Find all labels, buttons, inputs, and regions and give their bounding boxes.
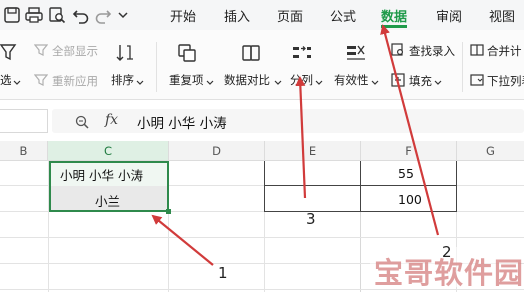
fx-icon[interactable]: fx [105, 112, 118, 128]
annotation-label: 1 [218, 264, 228, 282]
show-all-button[interactable]: 全部显示 [52, 43, 98, 59]
dropdown-list-button[interactable]: 下拉列表 [487, 73, 524, 89]
column-header-b[interactable]: B [0, 141, 48, 161]
ribbon-data: 选 全部显示 重新应用 排序 重复项 数据对比 分列 有效性 查找录入 填充 合… [0, 30, 524, 100]
formula-content[interactable]: 小明 小华 小涛 [137, 112, 227, 132]
annotation-label: 3 [306, 210, 316, 228]
fill-icon[interactable] [391, 73, 405, 87]
tab-home[interactable]: 开始 [170, 6, 196, 25]
filter-dropdown-icon[interactable] [13, 76, 21, 90]
column-header-e[interactable]: E [265, 141, 361, 161]
reapply-button[interactable]: 重新应用 [52, 73, 98, 89]
sort-dropdown-icon[interactable] [136, 76, 144, 90]
column-label: F [405, 144, 412, 158]
ribbon-separator [462, 42, 463, 92]
find-entry-icon[interactable] [391, 43, 405, 57]
compare-button[interactable]: 数据对比 [224, 72, 270, 88]
column-label: C [103, 144, 113, 158]
annotation-label: 2 [442, 243, 452, 261]
formula-bar: fx 小明 小华 小涛 [0, 103, 524, 139]
print-icon[interactable] [24, 5, 44, 25]
column-label: G [486, 144, 495, 158]
column-label: E [308, 144, 317, 158]
tab-insert[interactable]: 插入 [224, 6, 250, 25]
split-dropdown-icon[interactable] [315, 76, 323, 90]
fill-handle[interactable] [166, 209, 171, 214]
zoom-icon[interactable] [74, 114, 90, 130]
merge-calc-button[interactable]: 合并计 [487, 43, 522, 59]
tab-review[interactable]: 审阅 [436, 6, 462, 25]
column-label: B [19, 144, 28, 158]
redo-icon[interactable] [93, 5, 113, 25]
tab-view[interactable]: 视图 [489, 6, 515, 25]
sort-icon[interactable] [114, 42, 136, 64]
filter-label[interactable]: 选 [0, 72, 12, 88]
undo-icon[interactable] [71, 5, 91, 25]
compare-dropdown-icon[interactable] [274, 76, 282, 90]
column-label: D [212, 144, 221, 158]
compare-icon[interactable] [240, 42, 262, 64]
column-header-d[interactable]: D [169, 141, 265, 161]
fill-button[interactable]: 填充 [409, 73, 432, 89]
validity-button[interactable]: 有效性 [334, 72, 369, 88]
ribbon-separator [156, 42, 157, 92]
name-box[interactable] [0, 109, 48, 133]
validity-dropdown-icon[interactable] [371, 76, 379, 90]
print-preview-icon[interactable] [47, 5, 67, 25]
column-header-g[interactable]: G [457, 141, 524, 161]
merge-calc-icon[interactable] [470, 43, 484, 57]
cell-border [264, 185, 457, 186]
dropdown-list-icon[interactable] [470, 73, 484, 87]
cell-f2[interactable]: 100 [398, 192, 422, 207]
find-entry-button[interactable]: 查找录入 [409, 43, 455, 59]
save-icon[interactable] [2, 5, 22, 25]
duplicates-button[interactable]: 重复项 [169, 72, 204, 88]
formula-input-area[interactable] [52, 109, 524, 133]
filter-icon[interactable] [0, 42, 22, 64]
duplicates-dropdown-icon[interactable] [206, 76, 214, 90]
tab-formula[interactable]: 公式 [330, 6, 356, 25]
cell-c1[interactable]: 小明 小华 小涛 [60, 165, 143, 184]
cell-border [360, 161, 361, 211]
cell-c2[interactable]: 小兰 [95, 191, 120, 210]
fill-dropdown-icon[interactable] [434, 76, 442, 90]
chevron-down-icon[interactable] [116, 5, 130, 25]
split-column-button[interactable]: 分列 [290, 72, 313, 88]
tab-data[interactable]: 数据 [381, 6, 407, 25]
validity-icon[interactable] [345, 42, 367, 64]
reapply-icon [34, 74, 48, 86]
ribbon-tab-bar: 开始 插入 页面 公式 数据 审阅 视图 [0, 0, 524, 30]
tab-page[interactable]: 页面 [277, 6, 303, 25]
split-column-icon[interactable] [291, 42, 313, 64]
column-header-f[interactable]: F [361, 141, 457, 161]
cell-f1[interactable]: 55 [398, 166, 414, 181]
column-header-c[interactable]: C [48, 141, 169, 161]
active-tab-indicator [381, 25, 407, 28]
duplicates-icon[interactable] [176, 42, 198, 64]
grid-line [0, 237, 524, 238]
show-all-icon [34, 44, 48, 56]
sort-button[interactable]: 排序 [111, 72, 134, 88]
